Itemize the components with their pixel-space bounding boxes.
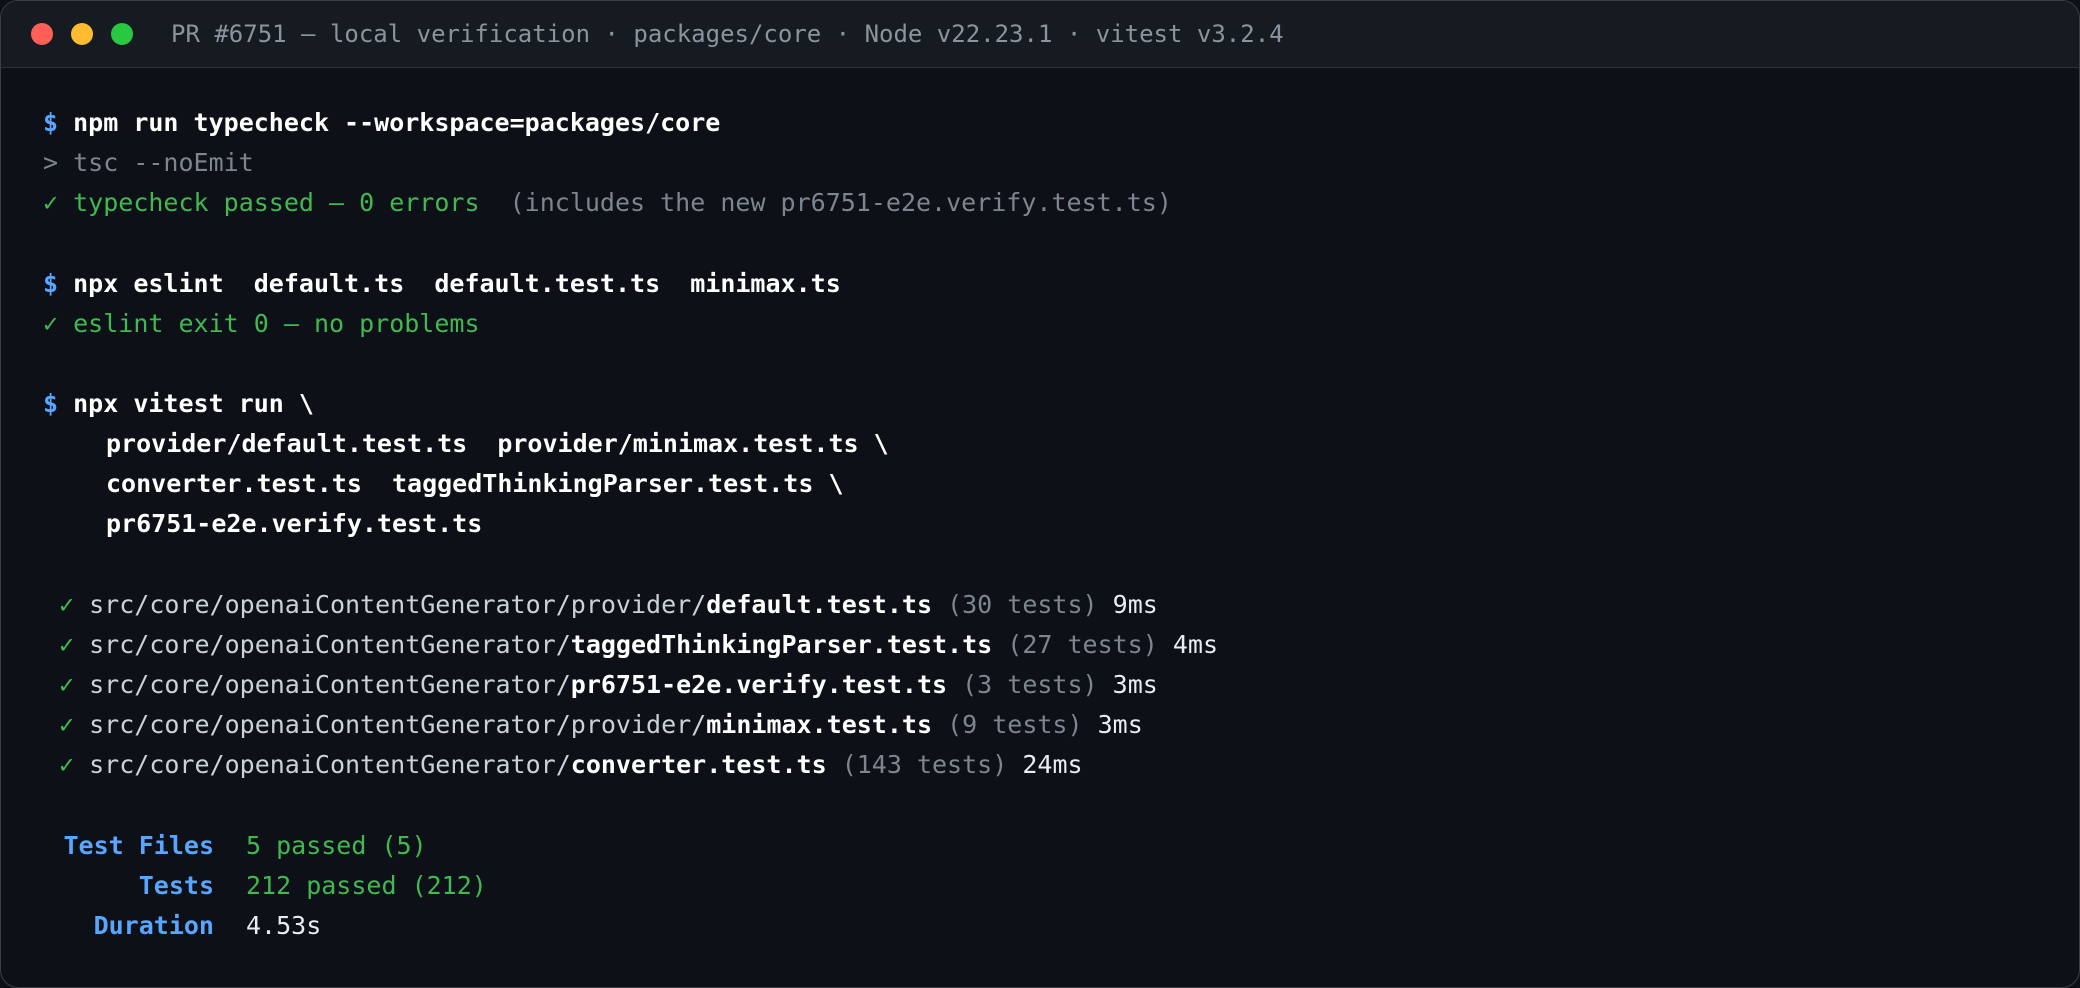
test-time: 3ms xyxy=(1112,670,1158,699)
test-file: default.test.ts xyxy=(706,590,933,619)
test-result-row: ✓ src/core/openaiContentGenerator/tagged… xyxy=(59,625,1218,665)
close-window-button[interactable] xyxy=(31,23,53,45)
check-icon: ✓ xyxy=(43,188,59,217)
check-icon: ✓ xyxy=(59,630,75,659)
test-time: 4ms xyxy=(1172,630,1218,659)
typecheck-result: typecheck passed — 0 errors xyxy=(73,188,480,217)
command-line-eslint: $ npx eslint default.ts default.test.ts … xyxy=(43,264,841,304)
terminal-window: PR #6751 — local verification · packages… xyxy=(0,0,2080,988)
command-continuation: pr6751-e2e.verify.test.ts xyxy=(106,504,482,544)
check-icon: ✓ xyxy=(59,670,75,699)
command-text: npx eslint default.ts default.test.ts mi… xyxy=(73,269,841,298)
summary-value: 4.53s xyxy=(246,911,322,940)
test-dir: src/core/openaiContentGenerator/provider… xyxy=(89,710,707,739)
continuation-text: provider/default.test.ts provider/minima… xyxy=(106,429,889,458)
test-result-row: ✓ src/core/openaiContentGenerator/conver… xyxy=(59,745,1083,785)
command-line-vitest: $ npx vitest run \ xyxy=(43,384,314,424)
continuation-text: pr6751-e2e.verify.test.ts xyxy=(106,509,483,538)
output-line-eslint-result: ✓ eslint exit 0 — no problems xyxy=(43,304,480,344)
eslint-result: eslint exit 0 — no problems xyxy=(73,309,480,338)
command-line-typecheck: $ npm run typecheck --workspace=packages… xyxy=(43,103,720,143)
command-text: npm run typecheck --workspace=packages/c… xyxy=(73,108,721,137)
minimize-window-button[interactable] xyxy=(71,23,93,45)
command-continuation: converter.test.ts taggedThinkingParser.t… xyxy=(106,464,844,504)
test-result-row: ✓ src/core/openaiContentGenerator/provid… xyxy=(59,705,1143,745)
summary-tests: Tests 212 passed (212) xyxy=(43,866,487,906)
command-text: npx vitest run \ xyxy=(73,389,314,418)
test-result-row: ✓ src/core/openaiContentGenerator/provid… xyxy=(59,585,1158,625)
script-echo: > tsc --noEmit xyxy=(43,148,254,177)
test-file: pr6751-e2e.verify.test.ts xyxy=(570,670,948,699)
prompt-symbol: $ xyxy=(43,108,59,137)
prompt-symbol: $ xyxy=(43,389,59,418)
summary-label: Duration xyxy=(93,911,214,940)
summary-label: Tests xyxy=(138,871,214,900)
output-line-tsc: > tsc --noEmit xyxy=(43,143,254,183)
test-time: 3ms xyxy=(1097,710,1143,739)
summary-duration: Duration 4.53s xyxy=(43,906,322,946)
test-count: (143 tests) xyxy=(841,750,1008,779)
summary-value: 5 passed (5) xyxy=(246,831,427,860)
window-title: PR #6751 — local verification · packages… xyxy=(171,20,1284,48)
summary-value: 212 passed (212) xyxy=(246,871,487,900)
test-time: 24ms xyxy=(1022,750,1083,779)
maximize-window-button[interactable] xyxy=(111,23,133,45)
test-result-row: ✓ src/core/openaiContentGenerator/pr6751… xyxy=(59,665,1158,705)
test-count: (9 tests) xyxy=(947,710,1083,739)
test-dir: src/core/openaiContentGenerator/ xyxy=(89,670,571,699)
check-icon: ✓ xyxy=(59,750,75,779)
summary-test-files: Test Files 5 passed (5) xyxy=(43,826,427,866)
check-icon: ✓ xyxy=(43,309,59,338)
check-icon: ✓ xyxy=(59,710,75,739)
prompt-symbol: $ xyxy=(43,269,59,298)
title-bar: PR #6751 — local verification · packages… xyxy=(1,1,2079,68)
test-count: (3 tests) xyxy=(962,670,1098,699)
test-dir: src/core/openaiContentGenerator/ xyxy=(89,750,571,779)
continuation-text: converter.test.ts taggedThinkingParser.t… xyxy=(106,469,844,498)
typecheck-note: (includes the new pr6751-e2e.verify.test… xyxy=(479,188,1172,217)
test-file: minimax.test.ts xyxy=(706,710,933,739)
test-dir: src/core/openaiContentGenerator/provider… xyxy=(89,590,707,619)
test-dir: src/core/openaiContentGenerator/ xyxy=(89,630,571,659)
test-time: 9ms xyxy=(1112,590,1158,619)
test-file: taggedThinkingParser.test.ts xyxy=(570,630,993,659)
test-count: (27 tests) xyxy=(1007,630,1158,659)
output-line-typecheck-result: ✓ typecheck passed — 0 errors (includes … xyxy=(43,183,1172,223)
summary-label: Test Files xyxy=(63,831,214,860)
check-icon: ✓ xyxy=(59,590,75,619)
test-file: converter.test.ts xyxy=(570,750,827,779)
command-continuation: provider/default.test.ts provider/minima… xyxy=(106,424,889,464)
test-count: (30 tests) xyxy=(947,590,1098,619)
